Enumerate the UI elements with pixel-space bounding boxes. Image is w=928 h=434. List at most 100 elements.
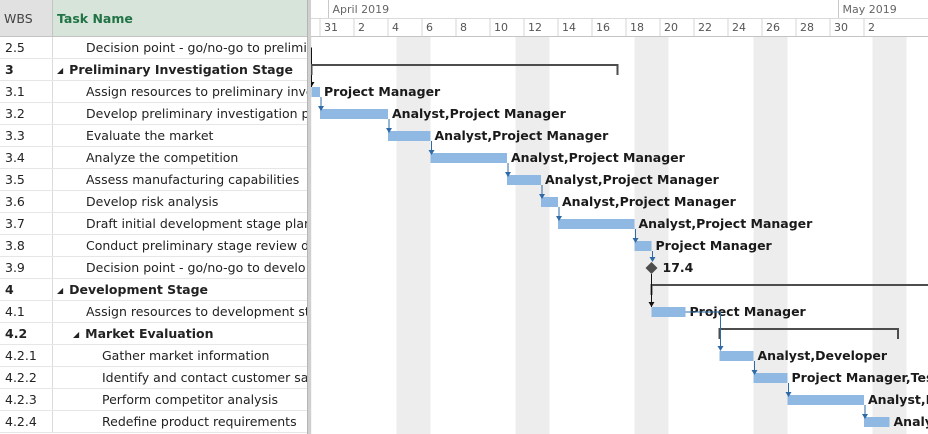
wbs-cell[interactable]: 3.3 — [0, 125, 53, 146]
task-bar[interactable] — [651, 307, 686, 317]
task-bar[interactable] — [430, 153, 508, 163]
task-name-cell[interactable]: Assign resources to development st — [53, 301, 307, 322]
gantt-chart: April 2019May 20192931246810121416182022… — [311, 0, 928, 434]
wbs-cell[interactable]: 4.1 — [0, 301, 53, 322]
task-row[interactable]: 2.5 Decision point - go/no-go to prelimi — [0, 37, 307, 59]
task-bar[interactable] — [864, 417, 890, 427]
task-name-cell[interactable]: Decision point - go/no-go to develo — [53, 257, 307, 278]
task-bar[interactable] — [507, 175, 541, 185]
task-row[interactable]: 3.1 Assign resources to preliminary inve — [0, 81, 307, 103]
task-name-cell[interactable]: Assign resources to preliminary inve — [53, 81, 307, 102]
day-tick-label: 16 — [596, 21, 610, 34]
resource-label: Analyst,Developer — [758, 348, 888, 363]
task-row[interactable]: 3.5 Assess manufacturing capabilities — [0, 169, 307, 191]
task-row[interactable]: 3.2 Develop preliminary investigation p — [0, 103, 307, 125]
wbs-cell[interactable]: 4.2.1 — [0, 345, 53, 366]
day-tick-label: 14 — [562, 21, 576, 34]
task-name-cell[interactable]: Perform competitor analysis — [53, 389, 307, 410]
task-bar[interactable] — [753, 373, 788, 383]
task-row[interactable]: 4.2 ◢ Market Evaluation — [0, 323, 307, 345]
day-tick-label: 10 — [494, 21, 508, 34]
task-row[interactable]: 3.3 Evaluate the market — [0, 125, 307, 147]
column-header-wbs[interactable]: WBS — [0, 0, 53, 37]
collapse-icon[interactable]: ◢ — [73, 324, 79, 344]
resource-label: Project Manager,Teste — [792, 370, 928, 385]
wbs-cell[interactable]: 4.2.3 — [0, 389, 53, 410]
wbs-cell[interactable]: 4.2.4 — [0, 411, 53, 432]
wbs-cell[interactable]: 4.2 — [0, 323, 53, 344]
day-tick-label: 12 — [528, 21, 542, 34]
task-name-text: Decision point - go/no-go to prelimi — [86, 40, 307, 55]
task-name-text: Conduct preliminary stage review d — [86, 238, 307, 253]
task-bar[interactable] — [311, 87, 321, 97]
task-name-cell[interactable]: Develop preliminary investigation p — [53, 103, 307, 124]
wbs-cell[interactable]: 4.2.2 — [0, 367, 53, 388]
task-bar[interactable] — [787, 395, 865, 405]
resource-label: Analyst,Project Manager — [435, 128, 610, 143]
task-name-text: Evaluate the market — [86, 128, 214, 143]
task-name-cell[interactable]: ◢ Market Evaluation — [53, 323, 307, 344]
task-name-cell[interactable]: Conduct preliminary stage review d — [53, 235, 307, 256]
wbs-cell[interactable]: 4 — [0, 279, 53, 300]
task-row[interactable]: 3.6 Develop risk analysis — [0, 191, 307, 213]
task-name-text: Redefine product requirements — [102, 414, 297, 429]
weekend-shading — [515, 37, 550, 434]
day-tick-label: 22 — [698, 21, 712, 34]
column-header-task-name[interactable]: Task Name — [53, 0, 307, 37]
day-tick-label: 20 — [664, 21, 678, 34]
wbs-cell[interactable]: 3.8 — [0, 235, 53, 256]
wbs-cell[interactable]: 3 — [0, 59, 53, 80]
wbs-cell[interactable]: 3.4 — [0, 147, 53, 168]
collapse-icon[interactable]: ◢ — [57, 60, 63, 80]
task-bar[interactable] — [558, 219, 635, 229]
wbs-cell[interactable]: 3.6 — [0, 191, 53, 212]
task-bar[interactable] — [541, 197, 558, 207]
task-name-cell[interactable]: Gather market information — [53, 345, 307, 366]
task-row[interactable]: 3.8 Conduct preliminary stage review d — [0, 235, 307, 257]
task-bar[interactable] — [634, 241, 652, 251]
resource-label: Project Manager — [656, 238, 773, 253]
task-name-text: Gather market information — [102, 348, 270, 363]
summary-bar[interactable] — [718, 328, 899, 339]
wbs-cell[interactable]: 3.9 — [0, 257, 53, 278]
task-name-cell[interactable]: Analyze the competition — [53, 147, 307, 168]
task-row[interactable]: 4.1 Assign resources to development st — [0, 301, 307, 323]
task-name-cell[interactable]: ◢ Preliminary Investigation Stage — [53, 59, 307, 80]
wbs-cell[interactable]: 3.7 — [0, 213, 53, 234]
task-row[interactable]: 3.4 Analyze the competition — [0, 147, 307, 169]
day-tick-label: 2 — [358, 21, 365, 34]
task-name-cell[interactable]: Develop risk analysis — [53, 191, 307, 212]
task-bar[interactable] — [388, 131, 431, 141]
task-row[interactable]: 4 ◢ Development Stage — [0, 279, 307, 301]
task-row[interactable]: 4.2.2 Identify and contact customer sar — [0, 367, 307, 389]
day-tick-label: 6 — [426, 21, 433, 34]
wbs-cell[interactable]: 3.2 — [0, 103, 53, 124]
task-row[interactable]: 3.9 Decision point - go/no-go to develo — [0, 257, 307, 279]
task-row[interactable]: 4.2.4 Redefine product requirements — [0, 411, 307, 433]
task-name-cell[interactable]: ◢ Development Stage — [53, 279, 307, 300]
task-name-text: Assess manufacturing capabilities — [86, 172, 300, 187]
resource-label: Analyst,Project Manager — [639, 216, 814, 231]
day-tick-label: 2 — [868, 21, 875, 34]
wbs-cell[interactable]: 2.5 — [0, 37, 53, 58]
collapse-icon[interactable]: ◢ — [57, 280, 63, 300]
task-name-cell[interactable]: Identify and contact customer sar — [53, 367, 307, 388]
task-row[interactable]: 3.7 Draft initial development stage plan — [0, 213, 307, 235]
task-row[interactable]: 4.2.3 Perform competitor analysis — [0, 389, 307, 411]
task-name-cell[interactable]: Decision point - go/no-go to prelimi — [53, 37, 307, 58]
wbs-cell[interactable]: 3.5 — [0, 169, 53, 190]
task-name-text: Preliminary Investigation Stage — [69, 62, 294, 77]
task-bar[interactable] — [719, 351, 754, 361]
task-bar[interactable] — [320, 109, 388, 119]
summary-bar[interactable] — [311, 64, 619, 75]
task-name-cell[interactable]: Evaluate the market — [53, 125, 307, 146]
task-row[interactable]: 3 ◢ Preliminary Investigation Stage — [0, 59, 307, 81]
task-name-cell[interactable]: Redefine product requirements — [53, 411, 307, 432]
month-label: April 2019 — [333, 3, 390, 16]
task-row[interactable]: 4.2.1 Gather market information — [0, 345, 307, 367]
day-tick-label: 24 — [732, 21, 746, 34]
task-name-cell[interactable]: Assess manufacturing capabilities — [53, 169, 307, 190]
task-name-cell[interactable]: Draft initial development stage plan — [53, 213, 307, 234]
day-tick-label: 4 — [392, 21, 399, 34]
wbs-cell[interactable]: 3.1 — [0, 81, 53, 102]
